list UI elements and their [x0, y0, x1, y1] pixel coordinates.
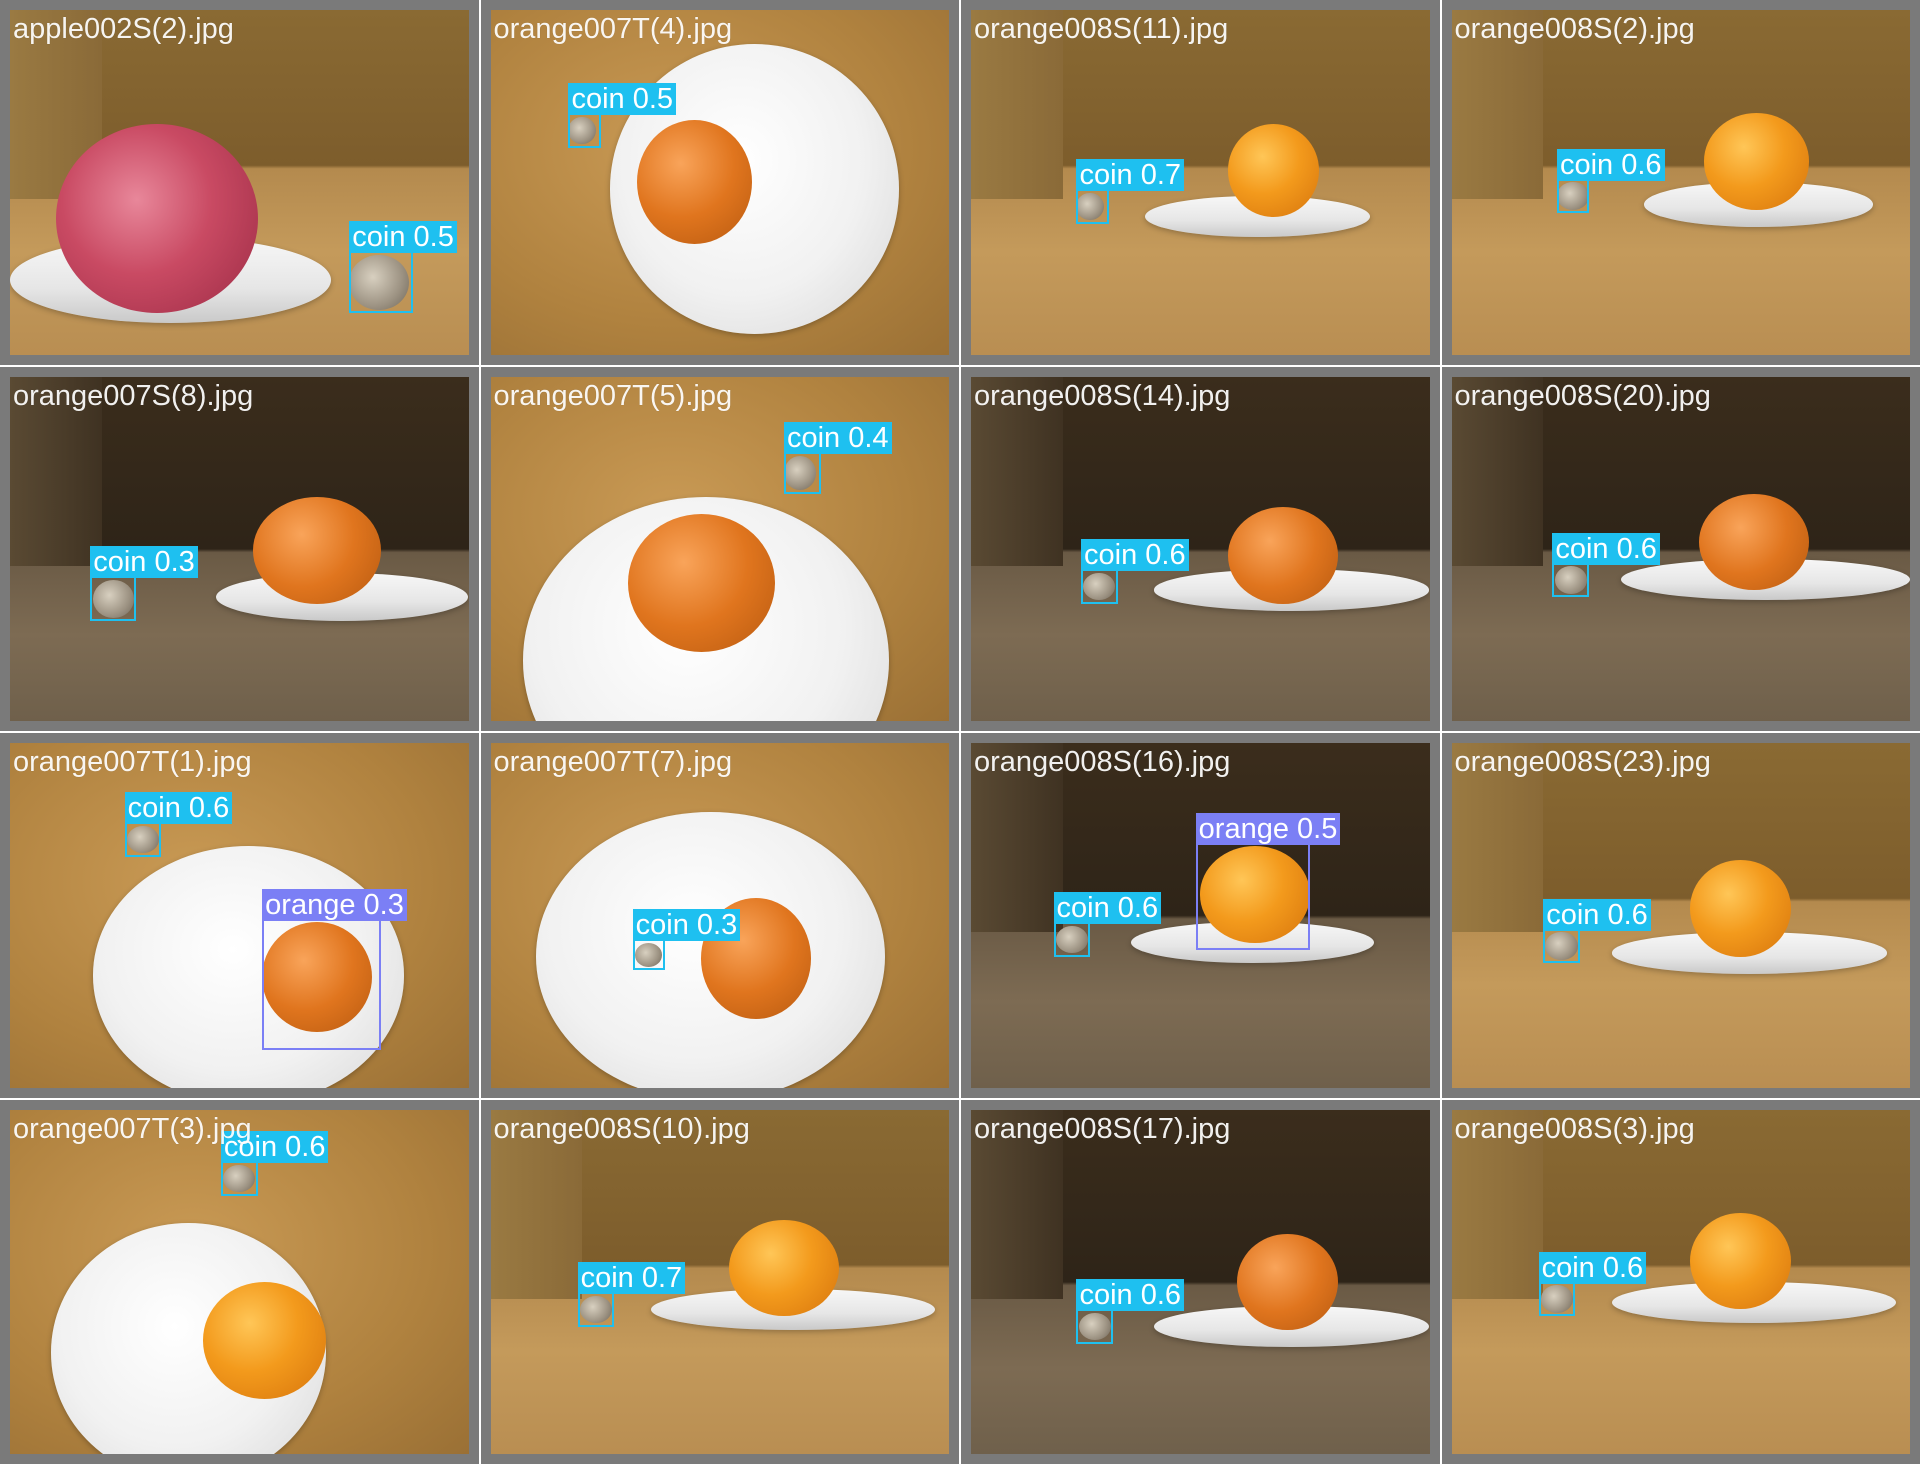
coin-detection-box: coin 0.6 [1538, 1251, 1647, 1317]
tile-8: coin 0.6 orange 0.3 orange007T(1).jpg [0, 733, 479, 1098]
coin-detection-box: coin 0.7 [577, 1262, 686, 1327]
photo: coin 0.7 orange008S(11).jpg [971, 10, 1430, 355]
detection-label: coin 0.6 [1556, 148, 1665, 181]
filename-label: orange007T(3).jpg [13, 1112, 252, 1145]
detection-label: coin 0.6 [1053, 892, 1162, 925]
orange [202, 1281, 327, 1399]
detection-label: orange 0.3 [262, 888, 407, 921]
coin-detection-box: coin 0.6 [1543, 899, 1651, 964]
filename-label: orange007T(5).jpg [493, 379, 733, 412]
orange [253, 497, 382, 604]
photo: coin 0.4 orange007T(5).jpg [490, 376, 949, 721]
filename-label: orange007T(7).jpg [493, 746, 733, 778]
apple [55, 123, 258, 314]
filename-label: apple002S(2).jpg [13, 13, 234, 45]
filename-label: orange008S(10).jpg [493, 1112, 750, 1145]
coin-detection-box: coin 0.4 [783, 422, 892, 494]
photo: coin 0.5 orange007T(4).jpg [490, 10, 949, 355]
detection-label: coin 0.7 [577, 1262, 686, 1295]
tile-7: coin 0.6 orange008S(20).jpg [1441, 366, 1920, 731]
photo: coin 0.6 orange008S(14).jpg [971, 376, 1430, 721]
detection-label: coin 0.4 [783, 422, 892, 455]
detection-label: coin 0.6 [124, 792, 233, 825]
orange [1227, 123, 1320, 217]
orange [1703, 113, 1810, 210]
coin-detection-box: coin 0.6 [1552, 532, 1660, 597]
photo: coin 0.6 orange 0.3 orange007T(1).jpg [10, 743, 469, 1088]
coin-detection-box: coin 0.6 [1053, 892, 1162, 957]
orange-detection-box: orange 0.5 [1195, 812, 1341, 950]
photo: coin 0.6 orange008S(23).jpg [1451, 743, 1910, 1088]
tile-13: coin 0.7 orange008S(10).jpg [480, 1099, 959, 1464]
tile-9: coin 0.3 orange007T(7).jpg [480, 733, 959, 1098]
coin-detection-box: coin 0.6 [1076, 1279, 1185, 1344]
filename-label: orange008S(2).jpg [1454, 13, 1695, 45]
detection-label: coin 0.3 [90, 546, 198, 579]
orange [728, 1219, 839, 1317]
detection-label: coin 0.6 [1552, 532, 1660, 565]
detection-label: orange 0.5 [1195, 812, 1341, 845]
detection-label: coin 0.6 [1076, 1279, 1185, 1312]
filename-label: orange007T(4).jpg [493, 13, 733, 45]
detection-label: coin 0.3 [632, 909, 741, 942]
coin-detection-box: coin 0.6 [220, 1131, 329, 1196]
filename-label: orange008S(23).jpg [1454, 746, 1711, 778]
photo: coin 0.6 orange008S(3).jpg [1451, 1109, 1910, 1454]
tile-10: orange 0.5 coin 0.6 orange008S(16).jpg [961, 733, 1440, 1098]
detection-label: coin 0.6 [1081, 539, 1189, 572]
tile-5: coin 0.4 orange007T(5).jpg [480, 366, 959, 731]
detection-label: coin 0.6 [1543, 899, 1651, 932]
tile-4: coin 0.3 orange007S(8).jpg [0, 366, 479, 731]
photo: coin 0.3 orange007T(7).jpg [490, 743, 949, 1088]
photo: coin 0.7 orange008S(10).jpg [490, 1109, 949, 1454]
coin-detection-box: coin 0.6 [124, 792, 233, 857]
orange [1689, 860, 1791, 957]
photo: orange 0.5 coin 0.6 orange008S(16).jpg [971, 743, 1430, 1088]
tile-12: coin 0.6 orange007T(3).jpg [0, 1099, 479, 1464]
filename-label: orange008S(20).jpg [1454, 379, 1711, 412]
tile-6: coin 0.6 orange008S(14).jpg [961, 366, 1440, 731]
photo: coin 0.5 apple002S(2).jpg [10, 10, 469, 355]
coin-detection-box: coin 0.3 [632, 909, 741, 971]
filename-label: orange008S(16).jpg [974, 746, 1231, 778]
filename-label: orange007S(8).jpg [13, 379, 254, 412]
tile-3: coin 0.6 orange008S(2).jpg [1441, 0, 1920, 365]
tile-0: coin 0.5 apple002S(2).jpg [0, 0, 479, 365]
orange [628, 514, 775, 653]
detection-grid: coin 0.5 apple002S(2).jpg coin 0.5 orang… [0, 0, 1920, 1464]
photo: coin 0.6 orange007T(3).jpg [10, 1109, 469, 1454]
detection-label: coin 0.7 [1076, 159, 1185, 192]
tile-15: coin 0.6 orange008S(3).jpg [1441, 1099, 1920, 1464]
photo: coin 0.6 orange008S(20).jpg [1451, 376, 1910, 721]
filename-label: orange007T(1).jpg [13, 746, 252, 778]
tile-2: coin 0.7 orange008S(11).jpg [961, 0, 1440, 365]
orange [1227, 507, 1338, 604]
orange [1236, 1233, 1338, 1330]
photo: coin 0.3 orange007S(8).jpg [10, 376, 469, 721]
photo: coin 0.6 orange008S(2).jpg [1451, 10, 1910, 355]
photo: coin 0.6 orange008S(17).jpg [971, 1109, 1430, 1454]
filename-label: orange008S(3).jpg [1454, 1112, 1695, 1145]
coin-detection-box: coin 0.5 [349, 221, 457, 314]
tile-1: coin 0.5 orange007T(4).jpg [480, 0, 959, 365]
detection-label: coin 0.5 [349, 221, 457, 254]
detection-label: coin 0.6 [1538, 1251, 1647, 1284]
filename-label: orange008S(11).jpg [974, 13, 1229, 45]
filename-label: orange008S(14).jpg [974, 379, 1231, 412]
detection-label: coin 0.5 [568, 83, 677, 116]
coin-detection-box: coin 0.7 [1076, 159, 1185, 224]
orange [1699, 493, 1810, 591]
orange [637, 120, 752, 245]
coin-detection-box: coin 0.5 [568, 83, 677, 148]
filename-label: orange008S(17).jpg [974, 1112, 1231, 1145]
orange-detection-box: orange 0.3 [262, 888, 407, 1050]
coin-detection-box: coin 0.6 [1081, 539, 1189, 604]
tile-14: coin 0.6 orange008S(17).jpg [961, 1099, 1440, 1464]
coin-detection-box: coin 0.6 [1556, 148, 1665, 214]
orange [1689, 1212, 1791, 1310]
coin-detection-box: coin 0.3 [90, 546, 198, 622]
tile-11: coin 0.6 orange008S(23).jpg [1441, 733, 1920, 1098]
